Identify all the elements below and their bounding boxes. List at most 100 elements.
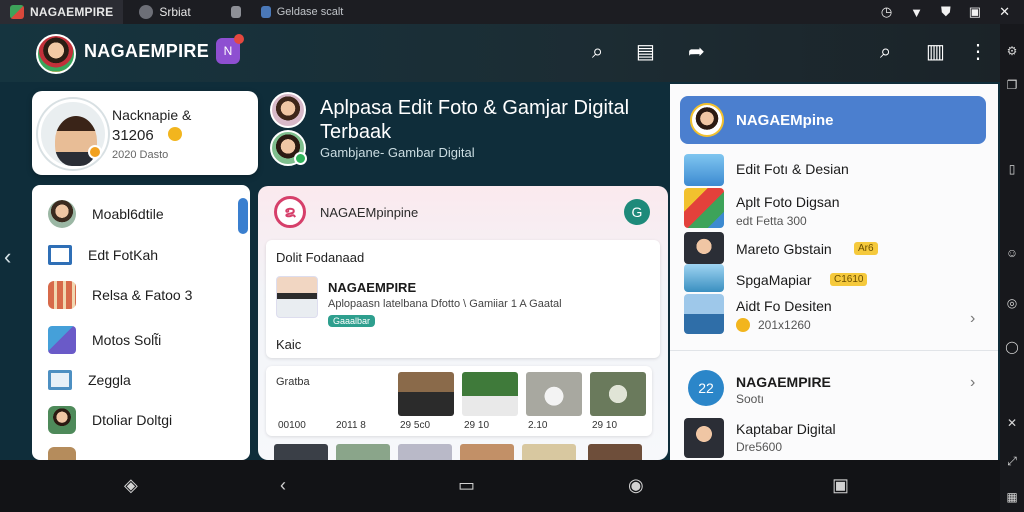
tab-label: NAGAEMPIRE <box>30 5 114 19</box>
thumbnail-icon <box>684 264 724 292</box>
coin-icon <box>736 318 750 332</box>
clock-icon[interactable]: ◷ <box>881 4 892 20</box>
right-panel: NAGAEMpine Edit Fotı & Desian Aplt Foto … <box>670 84 998 460</box>
menu-item-edit[interactable]: Edt FotKah <box>48 241 158 269</box>
back-icon[interactable]: ‹ <box>280 476 286 494</box>
scrollbar[interactable] <box>238 198 248 234</box>
home-icon[interactable]: ▭ <box>458 476 475 494</box>
section-title: NAGAEMPIRE <box>736 374 831 390</box>
app-header: NAGAEMPIRE N ⌕ ▤ ➦ ⌕ ▥ ⋮ <box>0 24 1000 82</box>
smile-icon[interactable]: ☺ <box>1005 246 1019 260</box>
post-thumbnail <box>276 276 318 318</box>
tab-geldase[interactable]: Geldase scalt <box>251 0 354 24</box>
list-item-title: SpgaMapiar <box>736 272 812 288</box>
list-item-title: Edit Fotı & Desian <box>736 161 849 177</box>
device-icon[interactable]: ▯ <box>1005 162 1019 176</box>
chat-icon[interactable]: ◯ <box>1005 340 1019 354</box>
post-tag[interactable]: Gaaalbar <box>328 315 376 327</box>
profile-photo-icon <box>48 200 76 228</box>
strip-thumb[interactable] <box>460 444 514 460</box>
status-badge: C1610 <box>830 273 868 286</box>
thumbnail-icon <box>684 418 724 458</box>
gallery-thumb[interactable] <box>398 372 454 416</box>
more-icon[interactable]: ⋮ <box>968 42 988 62</box>
app-logo-icon <box>10 5 24 19</box>
list-item[interactable]: Aplt Foto Digsan edt Fetta 300 <box>684 188 984 228</box>
gallery-thumb[interactable] <box>462 372 518 416</box>
profile-icon <box>139 5 154 19</box>
gallery-caption: 2.10 <box>528 420 548 431</box>
location-icon[interactable]: ◎ <box>1005 296 1019 310</box>
bottom-navigation: ◈ ‹ ▭ ◉ ▣ <box>0 460 1000 512</box>
menu-item-partial[interactable] <box>48 447 76 460</box>
search-icon[interactable]: ⌕ <box>880 42 891 62</box>
clipboard-icon[interactable]: ▥ <box>926 42 945 62</box>
recent-icon[interactable]: ◉ <box>628 476 644 494</box>
avatar[interactable] <box>270 92 306 128</box>
x-icon[interactable]: ✕ <box>1005 416 1019 430</box>
settings-icon[interactable]: ⚙ <box>1005 44 1019 58</box>
location-icon[interactable]: ◈ <box>124 476 138 494</box>
brand-avatar[interactable] <box>36 34 76 74</box>
shield-icon: ⛊ <box>941 4 951 19</box>
strip-thumb[interactable] <box>522 444 576 460</box>
grid-icon <box>48 281 76 309</box>
strip-thumb[interactable] <box>398 444 452 460</box>
alert-dot <box>234 34 244 44</box>
list-item[interactable]: Edit Fotı & Desian <box>684 154 984 188</box>
expand-icon[interactable]: ⤢ <box>1005 454 1019 468</box>
menu-item-dtoliar[interactable]: Dtoliar Doltgi <box>48 406 172 434</box>
share-icon[interactable]: ➦ <box>688 42 705 62</box>
tab-nagaempire[interactable]: NAGAEMPIRE <box>0 0 124 24</box>
menu-item-motos[interactable]: Motos Solt̃i <box>48 326 161 354</box>
thumbnail-icon <box>48 447 76 460</box>
thumbnail-icon <box>684 294 724 334</box>
app-icon-text: 22 <box>698 380 714 396</box>
search-icon[interactable]: ⌕ <box>592 42 603 62</box>
gallery-thumb[interactable] <box>526 372 582 416</box>
list-item[interactable]: Mareto Gbstain Ar6 <box>684 232 984 264</box>
strip-thumb[interactable] <box>336 444 390 460</box>
close-icon[interactable]: ✕ <box>999 4 1010 20</box>
page-icon <box>230 6 241 18</box>
grid-icon[interactable]: ▦ <box>1005 490 1019 504</box>
strip-thumb[interactable] <box>274 444 328 460</box>
profile-name: Nacknapie & <box>112 107 192 123</box>
menu-item-label: Motos Solt̃i <box>92 332 162 348</box>
panel-header[interactable]: NAGAEMpine <box>680 96 986 144</box>
gallery-label: Gratba <box>276 376 310 388</box>
app-badge-icon[interactable]: G <box>624 199 650 225</box>
menu-item-relsa[interactable]: Relsa & Fatoo 3 <box>48 281 192 309</box>
gallery-caption: 29 5c0 <box>400 420 431 431</box>
copy-icon[interactable]: ❐ <box>1005 78 1019 92</box>
chevron-right-icon[interactable]: › <box>970 310 975 328</box>
badge-letter: N <box>223 44 233 58</box>
profile-photo <box>55 116 97 166</box>
list-item-title: Kaptabar Digital <box>736 421 836 437</box>
avatar <box>690 103 724 137</box>
list-item[interactable]: SpgaMapiar C1610 <box>684 264 984 294</box>
list-item[interactable]: Aidt Fo Desiten 201x1260 › <box>684 294 990 334</box>
logo-letter: ຂ <box>284 204 296 221</box>
chevron-right-icon[interactable]: › <box>970 374 975 392</box>
menu-item-mobile[interactable]: Moabl6dtile <box>48 200 164 228</box>
gallery-thumb[interactable] <box>590 372 646 416</box>
notification-badge[interactable]: N <box>216 34 244 64</box>
window-icon[interactable]: ▣ <box>969 4 981 20</box>
menu-item-label: Moabl6dtile <box>92 206 164 222</box>
tool-icon <box>48 326 76 354</box>
chevron-left-icon[interactable]: ‹ <box>4 244 11 270</box>
strip-thumb[interactable] <box>588 444 642 460</box>
screenshot-icon[interactable]: ▣ <box>832 476 849 494</box>
menu-item-zeggla[interactable]: Zeggla <box>48 366 131 394</box>
post-card[interactable]: Dolit Fodanaad NAGAEMPIRE Aplopaasn late… <box>266 240 660 358</box>
profile-card[interactable]: Nacknapie & 31206 2020 Dasto <box>32 91 258 175</box>
avatar[interactable] <box>270 130 307 166</box>
tab-label: Srbiat <box>159 5 191 19</box>
tab-page[interactable] <box>221 0 251 24</box>
app-icon: 22 <box>688 370 724 406</box>
divider <box>670 350 998 351</box>
tab-srbiat[interactable]: Srbiat <box>129 0 200 24</box>
post-footer: Kaic <box>276 337 302 352</box>
document-icon[interactable]: ▤ <box>636 42 655 62</box>
